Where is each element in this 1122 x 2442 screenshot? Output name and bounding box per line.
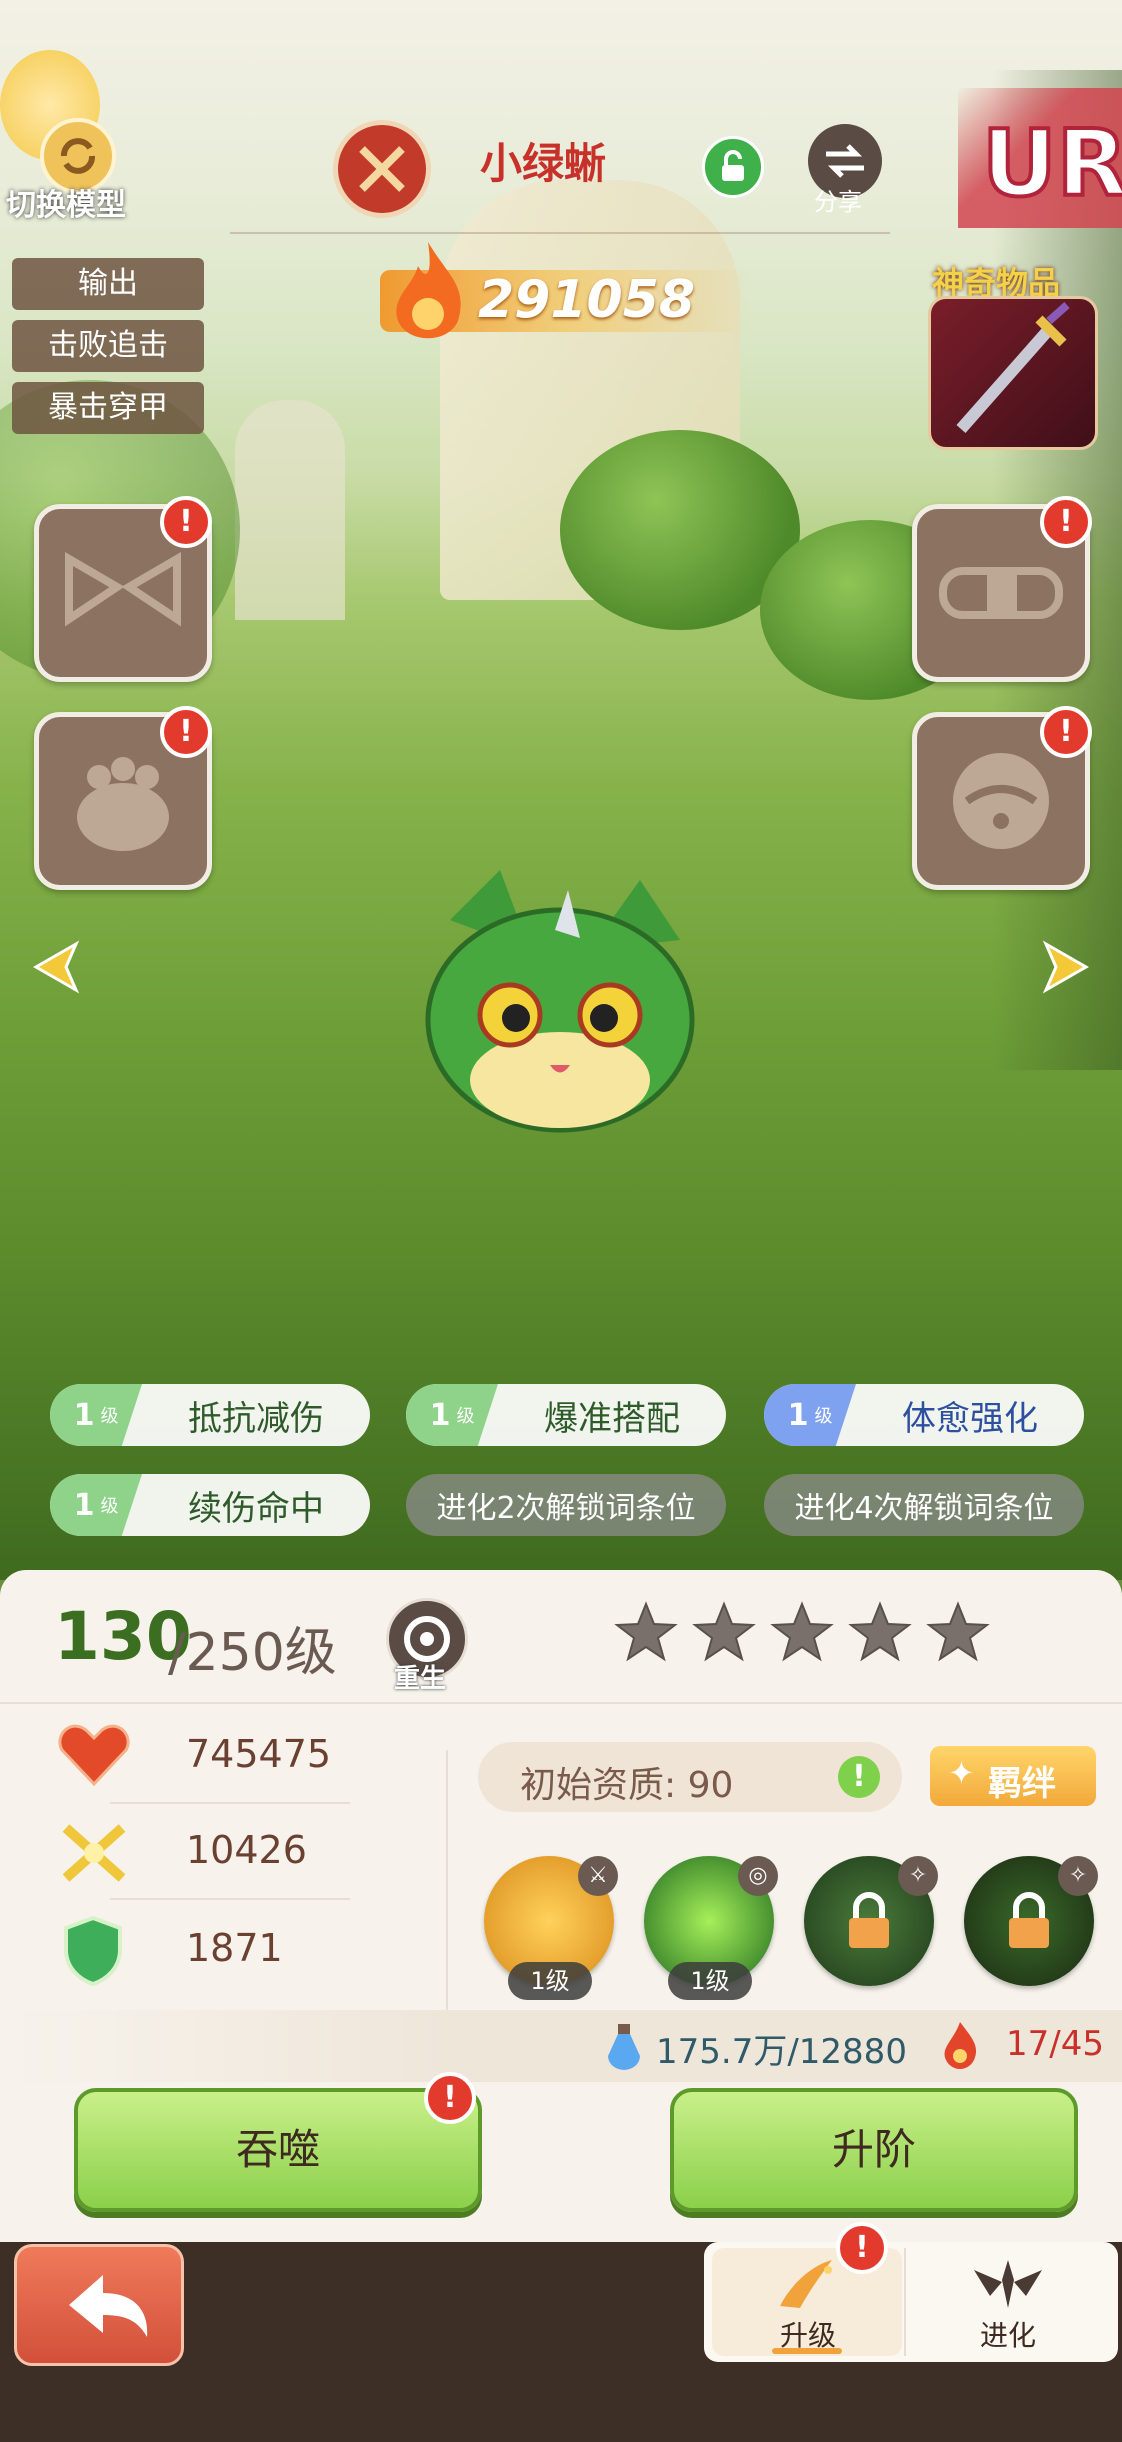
attack-type-icon[interactable]: [333, 120, 431, 218]
role-tag: 暴击穿甲: [12, 382, 204, 434]
star-icon: [848, 1601, 912, 1662]
shield-icon: [60, 1914, 126, 1988]
upgrade-icon: [770, 2256, 840, 2312]
equip-alert-badge: !: [1040, 496, 1092, 548]
swirl-icon: ◎: [738, 1856, 778, 1896]
power-value: 291058: [478, 270, 696, 330]
rebirth-label[interactable]: 重生: [394, 1658, 446, 1695]
ascend-button[interactable]: 升阶: [670, 2088, 1078, 2212]
stat-defense: 1871: [186, 1926, 283, 1970]
bottom-nav: 升级 ! 进化: [0, 2222, 1122, 2442]
trait-tag[interactable]: 1级 体愈强化: [764, 1384, 1084, 1446]
potion-icon: [604, 2022, 644, 2070]
equip-alert-badge: !: [160, 706, 212, 758]
star-icon: [926, 1601, 990, 1662]
magic-item-slot[interactable]: [928, 296, 1098, 450]
back-arrow-icon: [69, 2275, 148, 2337]
locked-trait-slot: 进化2次解锁词条位: [406, 1474, 726, 1536]
trait-tag[interactable]: 1级 续伤命中: [50, 1474, 370, 1536]
equip-alert-badge: !: [160, 496, 212, 548]
flame-icon: [378, 236, 478, 346]
stats-divider-vertical: [446, 1750, 448, 2020]
unlock-icon[interactable]: [702, 136, 764, 198]
share-label[interactable]: 分享: [814, 182, 862, 217]
evolve-icon: [970, 2256, 1046, 2312]
equip-alert-badge: !: [1040, 706, 1092, 758]
bond-button[interactable]: ✦ 羁绊: [930, 1746, 1096, 1806]
leaf-icon: ✧: [1058, 1856, 1098, 1896]
skill-level: 1级: [508, 1962, 592, 2000]
tab-evolve[interactable]: 进化: [908, 2248, 1108, 2356]
panel-divider: [0, 1702, 1122, 1704]
switch-model-label[interactable]: 切换模型: [6, 180, 126, 224]
tab-active-indicator: [772, 2348, 842, 2354]
essence-flame-icon: [938, 2020, 982, 2072]
upgrade-alert-badge: !: [836, 2222, 888, 2274]
role-tag: 输出: [12, 258, 204, 310]
attack-icon: [56, 1818, 132, 1888]
locked-trait-slot: 进化4次解锁词条位: [764, 1474, 1084, 1536]
heart-icon: [56, 1720, 132, 1790]
trait-tag[interactable]: 1级 抵抗减伤: [50, 1384, 370, 1446]
background-small-tower: [235, 400, 345, 620]
stat-divider: [110, 1802, 350, 1804]
trait-tag[interactable]: 1级 爆准搭配: [406, 1384, 726, 1446]
stat-hp: 745475: [186, 1732, 332, 1776]
skill-level: 1级: [668, 1962, 752, 2000]
aptitude-label: 初始资质: 90: [520, 1765, 734, 1806]
star-icon: [614, 1601, 678, 1662]
leaf-icon: ✧: [898, 1856, 938, 1896]
aptitude-info-icon[interactable]: !: [838, 1756, 880, 1798]
role-tag: 击败追击: [12, 320, 204, 372]
sparkle-icon: ✦: [948, 1754, 975, 1792]
prev-pet-arrow-icon[interactable]: [22, 932, 92, 1002]
exp-resource: 175.7万/12880: [656, 2032, 907, 2072]
tab-divider: [904, 2248, 906, 2356]
back-button[interactable]: [14, 2244, 184, 2366]
devour-button[interactable]: 吞噬: [74, 2088, 482, 2212]
sword-icon: ⚔: [578, 1856, 618, 1896]
level-max: /250级: [168, 1623, 337, 1683]
tab-evolve-label[interactable]: 进化: [980, 2314, 1036, 2354]
pet-model[interactable]: [410, 860, 710, 1150]
pet-info-panel: 130 /250级 重生 745475 10426 1871 初始资质: 90 …: [0, 1570, 1122, 2242]
next-pet-arrow-icon[interactable]: [1030, 932, 1100, 1002]
star-icon: [770, 1601, 834, 1662]
star-rating: [614, 1600, 990, 1664]
stat-attack: 10426: [186, 1828, 307, 1872]
header-divider: [230, 232, 890, 234]
devour-alert-badge: !: [424, 2072, 476, 2124]
pet-name: 小绿蜥: [480, 139, 607, 188]
essence-resource: 17/45: [1006, 2024, 1104, 2064]
star-icon: [692, 1601, 756, 1662]
bond-label[interactable]: 羁绊: [988, 1756, 1056, 1805]
rarity-badge: UR: [980, 108, 1122, 219]
stat-divider: [110, 1898, 350, 1900]
